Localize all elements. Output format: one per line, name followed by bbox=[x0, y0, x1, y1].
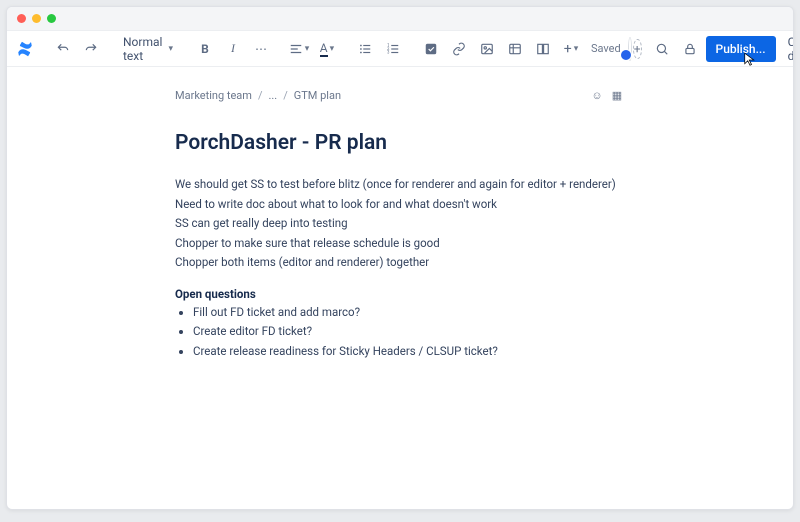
window-close-dot[interactable] bbox=[17, 14, 26, 23]
restrictions-button[interactable] bbox=[678, 37, 702, 61]
more-formatting-button[interactable]: ⋯ bbox=[249, 37, 273, 61]
open-questions-heading[interactable]: Open questions bbox=[175, 287, 625, 301]
add-collaborator-button[interactable]: + bbox=[633, 39, 642, 59]
body-text[interactable]: We should get SS to test before blitz (o… bbox=[175, 175, 625, 273]
confluence-logo-icon[interactable] bbox=[13, 37, 37, 61]
window-titlebar bbox=[7, 7, 793, 31]
svg-text:3: 3 bbox=[387, 49, 390, 54]
app-window: Normal text ▾ B I ⋯ ▾ A ▾ 123 bbox=[6, 6, 794, 510]
text-color-button[interactable]: A ▾ bbox=[315, 37, 339, 61]
publish-label: Publish... bbox=[716, 42, 766, 56]
collaborator-avatar[interactable] bbox=[629, 38, 631, 60]
close-draft-button[interactable]: Close draft bbox=[780, 36, 794, 62]
undo-button[interactable] bbox=[51, 37, 75, 61]
editor-canvas[interactable]: Marketing team / ... / GTM plan ☺ ▦ Porc… bbox=[7, 67, 793, 509]
emoji-button[interactable]: ☺ bbox=[589, 87, 605, 103]
bold-button[interactable]: B bbox=[193, 37, 217, 61]
redo-button[interactable] bbox=[79, 37, 103, 61]
list-item[interactable]: Create editor FD ticket? bbox=[193, 322, 625, 342]
breadcrumb-separator: / bbox=[283, 89, 288, 102]
close-draft-label: Close draft bbox=[788, 35, 794, 63]
breadcrumb-ellipsis[interactable]: ... bbox=[268, 89, 277, 102]
cover-button[interactable]: ▦ bbox=[609, 87, 625, 103]
page-title[interactable]: PorchDasher - PR plan bbox=[175, 131, 625, 155]
chevron-down-icon: ▾ bbox=[168, 44, 173, 54]
paragraph[interactable]: Chopper to make sure that release schedu… bbox=[175, 234, 625, 254]
find-button[interactable] bbox=[650, 37, 674, 61]
breadcrumb-current[interactable]: GTM plan bbox=[294, 89, 341, 102]
paragraph[interactable]: Chopper both items (editor and renderer)… bbox=[175, 253, 625, 273]
action-item-button[interactable] bbox=[419, 37, 443, 61]
breadcrumb: Marketing team / ... / GTM plan ☺ ▦ bbox=[175, 87, 625, 103]
window-max-dot[interactable] bbox=[47, 14, 56, 23]
bullet-list-button[interactable] bbox=[353, 37, 377, 61]
image-button[interactable] bbox=[475, 37, 499, 61]
page-body: Marketing team / ... / GTM plan ☺ ▦ Porc… bbox=[175, 87, 625, 509]
breadcrumb-separator: / bbox=[258, 89, 263, 102]
editor-toolbar: Normal text ▾ B I ⋯ ▾ A ▾ 123 bbox=[7, 31, 793, 67]
italic-button[interactable]: I bbox=[221, 37, 245, 61]
list-item[interactable]: Create release readiness for Sticky Head… bbox=[193, 342, 625, 362]
saved-status: Saved bbox=[591, 42, 621, 55]
link-button[interactable] bbox=[447, 37, 471, 61]
window-min-dot[interactable] bbox=[32, 14, 41, 23]
paragraph[interactable]: We should get SS to test before blitz (o… bbox=[175, 175, 625, 195]
paragraph[interactable]: SS can get really deep into testing bbox=[175, 214, 625, 234]
chevron-down-icon: ▾ bbox=[574, 44, 579, 54]
layouts-button[interactable] bbox=[531, 37, 555, 61]
chevron-down-icon: ▾ bbox=[330, 44, 335, 54]
paragraph[interactable]: Need to write doc about what to look for… bbox=[175, 195, 625, 215]
text-style-select[interactable]: Normal text ▾ bbox=[117, 37, 179, 61]
text-style-label: Normal text bbox=[123, 35, 162, 63]
mention-button[interactable] bbox=[503, 37, 527, 61]
breadcrumb-root[interactable]: Marketing team bbox=[175, 89, 252, 102]
numbered-list-button[interactable]: 123 bbox=[381, 37, 405, 61]
list-item[interactable]: Fill out FD ticket and add marco? bbox=[193, 303, 625, 323]
insert-button[interactable]: + ▾ bbox=[559, 37, 583, 61]
open-questions-list[interactable]: Fill out FD ticket and add marco? Create… bbox=[175, 303, 625, 362]
align-button[interactable]: ▾ bbox=[287, 37, 311, 61]
publish-button[interactable]: Publish... bbox=[706, 36, 776, 62]
chevron-down-icon: ▾ bbox=[305, 44, 310, 54]
